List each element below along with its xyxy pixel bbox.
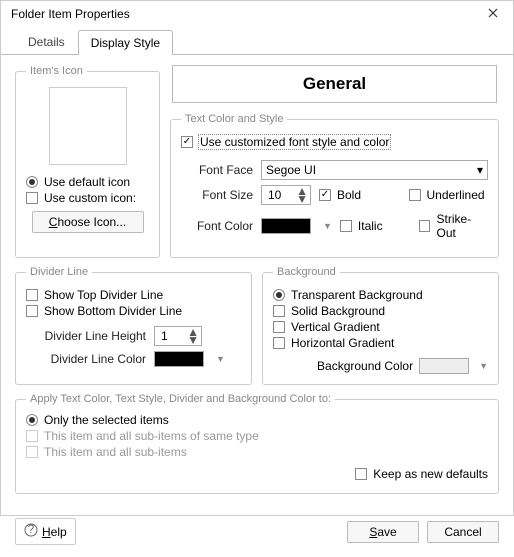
font-face-value: Segoe UI bbox=[266, 163, 316, 177]
radio-bg-vgrad[interactable]: Vertical Gradient bbox=[273, 320, 488, 334]
check-use-custom-icon[interactable]: Use custom icon: bbox=[26, 191, 149, 205]
tab-details[interactable]: Details bbox=[15, 29, 78, 54]
check-strikeout[interactable]: Strike-Out bbox=[419, 212, 488, 240]
divider-height-value: 1 bbox=[161, 329, 168, 343]
radio-bg-hgrad-label: Horizontal Gradient bbox=[291, 336, 394, 350]
tab-display-style[interactable]: Display Style bbox=[78, 30, 173, 55]
font-color-dropdown[interactable]: ▼ bbox=[323, 221, 332, 231]
radio-apply-selected-label: Only the selected items bbox=[44, 413, 169, 427]
font-size-spinner[interactable]: 10 ▲▼ bbox=[261, 185, 311, 205]
check-use-custom-font[interactable]: Use customized font style and color bbox=[181, 135, 488, 149]
check-underlined[interactable]: Underlined bbox=[409, 188, 489, 202]
font-size-value: 10 bbox=[268, 188, 281, 202]
check-strikeout-label: Strike-Out bbox=[436, 212, 488, 240]
radio-apply-same-type: This item and all sub-items of same type bbox=[26, 429, 488, 443]
radio-bg-transparent[interactable]: Transparent Background bbox=[273, 288, 488, 302]
check-bold-label: Bold bbox=[337, 188, 361, 202]
item-icon-legend: Item's Icon bbox=[26, 65, 87, 77]
divider-color-label: Divider Line Color bbox=[26, 352, 146, 366]
check-show-bottom-divider[interactable]: Show Bottom Divider Line bbox=[26, 304, 241, 318]
background-legend: Background bbox=[273, 266, 340, 278]
divider-legend: Divider Line bbox=[26, 266, 92, 278]
save-button[interactable]: Save bbox=[347, 521, 419, 543]
apply-group: Apply Text Color, Text Style, Divider an… bbox=[15, 393, 499, 494]
divider-height-label: Divider Line Height bbox=[26, 329, 146, 343]
radio-bg-vgrad-label: Vertical Gradient bbox=[291, 320, 380, 334]
radio-apply-all-sub-label: This item and all sub-items bbox=[44, 445, 187, 459]
check-show-top-divider-label: Show Top Divider Line bbox=[44, 288, 163, 302]
radio-apply-same-type-label: This item and all sub-items of same type bbox=[44, 429, 259, 443]
divider-color-dropdown[interactable]: ▼ bbox=[216, 354, 225, 364]
divider-color-swatch[interactable] bbox=[154, 351, 204, 367]
check-use-custom-icon-label: Use custom icon: bbox=[44, 191, 136, 205]
choose-icon-button[interactable]: Choose Icon... bbox=[32, 211, 144, 233]
preview-panel: General bbox=[172, 65, 497, 103]
radio-bg-solid[interactable]: Solid Background bbox=[273, 304, 488, 318]
window-title: Folder Item Properties bbox=[11, 7, 481, 21]
check-show-bottom-divider-label: Show Bottom Divider Line bbox=[44, 304, 182, 318]
background-color-dropdown[interactable]: ▼ bbox=[479, 361, 488, 371]
text-style-legend: Text Color and Style bbox=[181, 113, 287, 125]
check-keep-defaults[interactable]: Keep as new defaults bbox=[355, 467, 488, 481]
cancel-button[interactable]: Cancel bbox=[427, 521, 499, 543]
font-face-combo[interactable]: Segoe UI ▾ bbox=[261, 160, 488, 180]
check-italic[interactable]: Italic bbox=[340, 212, 409, 240]
apply-legend: Apply Text Color, Text Style, Divider an… bbox=[26, 393, 335, 405]
help-button[interactable]: ? Help bbox=[15, 518, 76, 545]
divider-height-spinner[interactable]: 1 ▲▼ bbox=[154, 326, 202, 346]
font-size-label: Font Size bbox=[181, 188, 253, 202]
text-style-group: Text Color and Style Use customized font… bbox=[170, 113, 499, 258]
check-keep-defaults-label: Keep as new defaults bbox=[373, 467, 488, 481]
help-label: elp bbox=[51, 525, 67, 539]
choose-icon-label: hoose Icon... bbox=[57, 215, 126, 229]
save-label: ave bbox=[377, 525, 396, 539]
chevron-down-icon: ▾ bbox=[477, 163, 483, 177]
radio-bg-solid-label: Solid Background bbox=[291, 304, 385, 318]
icon-preview bbox=[49, 87, 127, 165]
item-icon-group: Item's Icon Use default icon Use custom … bbox=[15, 65, 160, 258]
check-show-top-divider[interactable]: Show Top Divider Line bbox=[26, 288, 241, 302]
check-italic-label: Italic bbox=[358, 219, 383, 233]
background-color-label: Background Color bbox=[317, 359, 413, 373]
background-color-swatch[interactable] bbox=[419, 358, 469, 374]
font-face-label: Font Face bbox=[181, 163, 253, 177]
svg-text:?: ? bbox=[28, 523, 35, 536]
radio-bg-hgrad[interactable]: Horizontal Gradient bbox=[273, 336, 488, 350]
radio-apply-selected[interactable]: Only the selected items bbox=[26, 413, 488, 427]
preview-text: General bbox=[303, 74, 366, 94]
check-use-custom-font-label: Use customized font style and color bbox=[199, 135, 390, 149]
radio-apply-all-sub: This item and all sub-items bbox=[26, 445, 488, 459]
background-group: Background Transparent Background Solid … bbox=[262, 266, 499, 385]
radio-bg-transparent-label: Transparent Background bbox=[291, 288, 423, 302]
close-icon[interactable] bbox=[481, 7, 505, 21]
radio-use-default-icon-label: Use default icon bbox=[44, 175, 130, 189]
font-color-label: Font Color bbox=[181, 219, 253, 233]
divider-group: Divider Line Show Top Divider Line Show … bbox=[15, 266, 252, 385]
font-color-swatch[interactable] bbox=[261, 218, 311, 234]
help-icon: ? bbox=[24, 523, 38, 540]
radio-use-default-icon[interactable]: Use default icon bbox=[26, 175, 149, 189]
check-underlined-label: Underlined bbox=[427, 188, 485, 202]
check-bold[interactable]: Bold bbox=[319, 188, 399, 202]
